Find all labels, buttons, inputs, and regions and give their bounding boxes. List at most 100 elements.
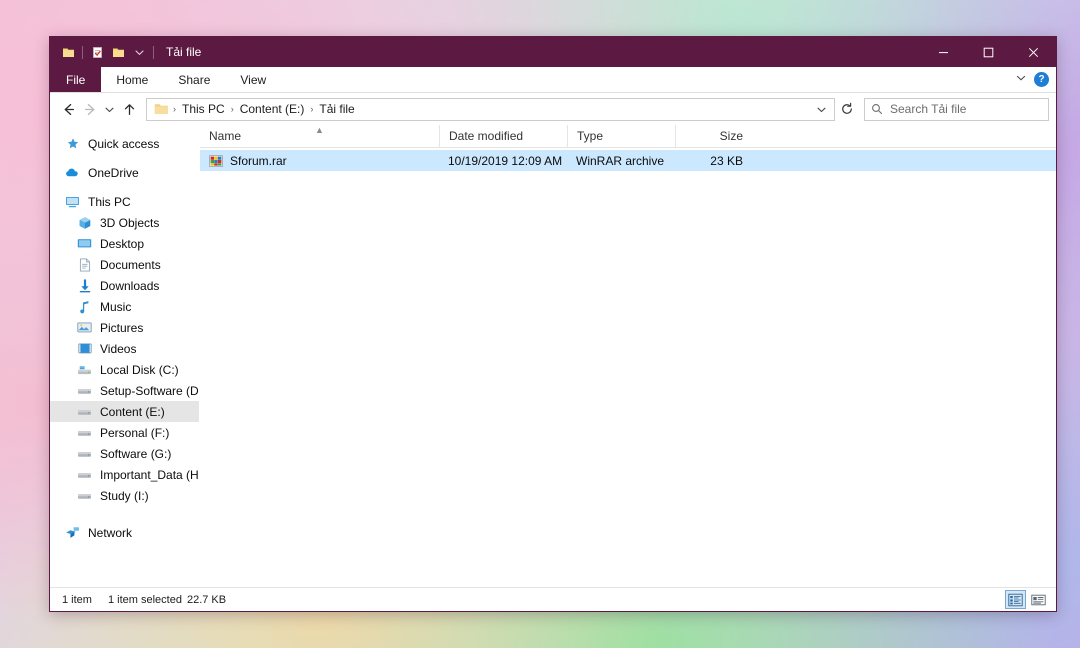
drive-icon bbox=[76, 385, 93, 397]
window-title: Tải file bbox=[166, 45, 202, 59]
status-bar: 1 item 1 item selected 22.7 KB bbox=[50, 587, 1056, 611]
sidebar-item-network[interactable]: Network bbox=[50, 522, 199, 543]
quick-access-toolbar bbox=[50, 41, 157, 63]
tab-file[interactable]: File bbox=[50, 67, 102, 92]
document-icon bbox=[76, 257, 93, 272]
tab-home[interactable]: Home bbox=[101, 67, 163, 92]
file-list-pane: ▲ Name Date modified Type Size Sforum.ra… bbox=[200, 125, 1056, 587]
breadcrumb-folder-icon[interactable] bbox=[152, 102, 171, 116]
sidebar-label: OneDrive bbox=[88, 165, 139, 180]
sidebar-item-personal-f[interactable]: Personal (F:) bbox=[50, 422, 199, 443]
details-view-button[interactable] bbox=[1005, 590, 1026, 609]
properties-icon[interactable] bbox=[87, 41, 107, 63]
sidebar-label: Downloads bbox=[100, 278, 160, 293]
ribbon-tab-bar: File Home Share View ? bbox=[50, 67, 1056, 93]
sidebar-label: Content (E:) bbox=[100, 404, 165, 419]
breadcrumb-item-this-pc[interactable]: This PC bbox=[178, 102, 229, 116]
monitor-icon bbox=[64, 195, 81, 208]
sidebar-label: Videos bbox=[100, 341, 137, 356]
breadcrumb-separator-0: › bbox=[173, 104, 176, 114]
refresh-button[interactable] bbox=[835, 98, 859, 121]
forward-button[interactable] bbox=[79, 97, 101, 121]
column-header-label: Date modified bbox=[449, 129, 524, 143]
sidebar-item-study-i[interactable]: Study (I:) bbox=[50, 485, 199, 506]
qat-divider-2 bbox=[153, 45, 154, 59]
up-button[interactable] bbox=[118, 97, 140, 121]
sidebar-item-documents[interactable]: Documents bbox=[50, 254, 199, 275]
file-type: WinRAR archive bbox=[576, 153, 665, 168]
status-selection-size: 22.7 KB bbox=[186, 593, 227, 606]
sidebar-item-software-g[interactable]: Software (G:) bbox=[50, 443, 199, 464]
search-input[interactable]: Search Tải file bbox=[890, 102, 966, 116]
column-header-label: Name bbox=[209, 129, 242, 143]
star-icon bbox=[64, 137, 81, 151]
sidebar-item-content-e[interactable]: Content (E:) bbox=[50, 401, 199, 422]
file-name-cell: Sforum.rar bbox=[200, 154, 439, 168]
sidebar-label: Local Disk (C:) bbox=[100, 362, 179, 377]
sidebar-label: Quick access bbox=[88, 136, 160, 151]
sidebar-item-3d-objects[interactable]: 3D Objects bbox=[50, 212, 199, 233]
sidebar-label: This PC bbox=[88, 194, 131, 209]
sidebar-label: Documents bbox=[100, 257, 161, 272]
breadcrumb-item-tai-file[interactable]: Tải file bbox=[315, 102, 358, 116]
navigation-pane: Quick access OneDrive This PC 3D Objects… bbox=[50, 125, 200, 587]
ribbon-collapse-chevron-icon[interactable] bbox=[1015, 71, 1027, 89]
large-icons-view-button[interactable] bbox=[1028, 590, 1049, 609]
address-toolbar: › This PC › Content (E:) › Tải file Sear… bbox=[50, 93, 1056, 125]
breadcrumb-separator-1[interactable]: › bbox=[229, 104, 236, 114]
sidebar-item-local-disk-c[interactable]: Local Disk (C:) bbox=[50, 359, 199, 380]
sidebar-label: Setup-Software (D:) bbox=[100, 383, 200, 398]
sidebar-label: Software (G:) bbox=[100, 446, 172, 461]
drive-icon bbox=[76, 469, 93, 481]
breadcrumb: › This PC › Content (E:) › Tải file bbox=[152, 102, 810, 116]
column-header-label: Size bbox=[719, 129, 743, 143]
breadcrumb-separator-2[interactable]: › bbox=[308, 104, 315, 114]
search-box[interactable]: Search Tải file bbox=[864, 97, 1049, 121]
column-header-name[interactable]: ▲ Name bbox=[200, 125, 439, 147]
sidebar-label: Music bbox=[100, 299, 132, 314]
sidebar-item-desktop[interactable]: Desktop bbox=[50, 233, 199, 254]
address-bar[interactable]: › This PC › Content (E:) › Tải file bbox=[146, 97, 835, 121]
column-header-size[interactable]: Size bbox=[675, 125, 752, 147]
sidebar-item-music[interactable]: Music bbox=[50, 296, 199, 317]
maximize-button[interactable] bbox=[966, 37, 1011, 67]
cube-icon bbox=[76, 216, 93, 230]
cloud-icon bbox=[64, 166, 81, 179]
drive-icon bbox=[76, 490, 93, 502]
help-icon[interactable]: ? bbox=[1034, 72, 1049, 87]
sidebar-item-quick-access[interactable]: Quick access bbox=[50, 133, 199, 154]
sidebar-item-this-pc[interactable]: This PC bbox=[50, 191, 199, 212]
column-header-type[interactable]: Type bbox=[567, 125, 675, 147]
back-button[interactable] bbox=[57, 97, 79, 121]
properties-folder-icon[interactable] bbox=[58, 41, 78, 63]
music-note-icon bbox=[76, 300, 93, 314]
sidebar-item-downloads[interactable]: Downloads bbox=[50, 275, 199, 296]
minimize-button[interactable] bbox=[921, 37, 966, 67]
file-date-modified: 10/19/2019 12:09 AM bbox=[448, 153, 563, 168]
table-row[interactable]: Sforum.rar 10/19/2019 12:09 AM WinRAR ar… bbox=[200, 150, 1056, 171]
close-button[interactable] bbox=[1011, 37, 1056, 67]
tab-share[interactable]: Share bbox=[163, 67, 225, 92]
new-folder-icon[interactable] bbox=[108, 41, 128, 63]
column-headers: ▲ Name Date modified Type Size bbox=[200, 125, 1056, 148]
column-header-date-modified[interactable]: Date modified bbox=[439, 125, 567, 147]
sidebar-item-videos[interactable]: Videos bbox=[50, 338, 199, 359]
sidebar-item-setup-software-d[interactable]: Setup-Software (D:) bbox=[50, 380, 199, 401]
ribbon-right-controls: ? bbox=[1015, 67, 1056, 92]
sidebar-item-important-data-h[interactable]: Important_Data (H:) bbox=[50, 464, 199, 485]
download-arrow-icon bbox=[76, 278, 93, 293]
sidebar-item-onedrive[interactable]: OneDrive bbox=[50, 162, 199, 183]
address-dropdown-chevron-icon[interactable] bbox=[810, 104, 832, 115]
column-header-label: Type bbox=[577, 129, 604, 143]
customize-qat-chevron-icon[interactable] bbox=[129, 41, 149, 63]
tab-view[interactable]: View bbox=[225, 67, 281, 92]
sidebar-label: Desktop bbox=[100, 236, 145, 251]
sidebar-item-pictures[interactable]: Pictures bbox=[50, 317, 199, 338]
search-icon bbox=[871, 103, 883, 115]
breadcrumb-item-content-e[interactable]: Content (E:) bbox=[236, 102, 309, 116]
view-mode-buttons bbox=[1005, 590, 1049, 609]
recent-locations-chevron-icon[interactable] bbox=[101, 97, 118, 121]
qat-divider-1 bbox=[82, 45, 83, 59]
